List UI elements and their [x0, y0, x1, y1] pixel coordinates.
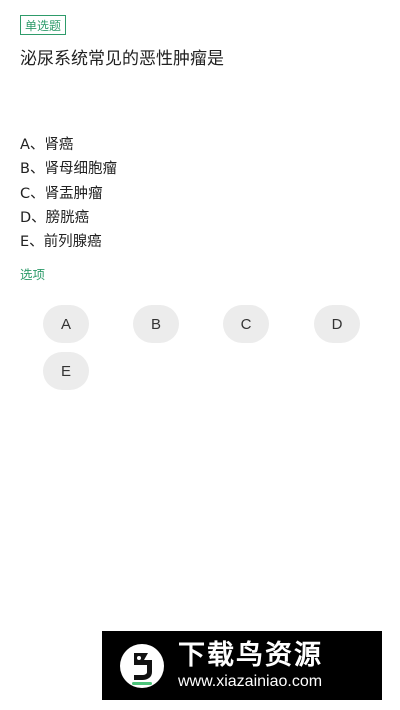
option-a: A、肾癌	[20, 137, 74, 153]
watermark-url: www.xiazainiao.com	[178, 672, 323, 690]
choice-button-c[interactable]: C	[223, 305, 269, 343]
choice-button-a[interactable]: A	[43, 305, 89, 343]
option-c: C、肾盂肿瘤	[20, 185, 103, 202]
choices-section-label: 选项	[20, 267, 46, 282]
option-d: D、膀胱癌	[20, 209, 90, 226]
watermark-title: 下载鸟资源	[178, 639, 323, 671]
option-e: E、前列腺癌	[20, 234, 102, 251]
bird-logo-icon	[120, 643, 164, 688]
question-type-badge: 单选题	[20, 15, 67, 35]
option-list: A、肾癌 B、肾母细胞瘤 C、肾盂肿瘤 D、膀胱癌 E、前列腺癌	[20, 133, 117, 254]
watermark-banner: 下载鸟资源 www.xiazainiao.com	[102, 631, 382, 700]
choice-button-e[interactable]: E	[43, 352, 89, 390]
choice-button-d[interactable]: D	[314, 305, 360, 343]
option-b: B、肾母细胞瘤	[20, 161, 117, 178]
question-text: 泌尿系统常见的恶性肿瘤是	[20, 49, 224, 69]
choice-button-b[interactable]: B	[133, 305, 179, 343]
